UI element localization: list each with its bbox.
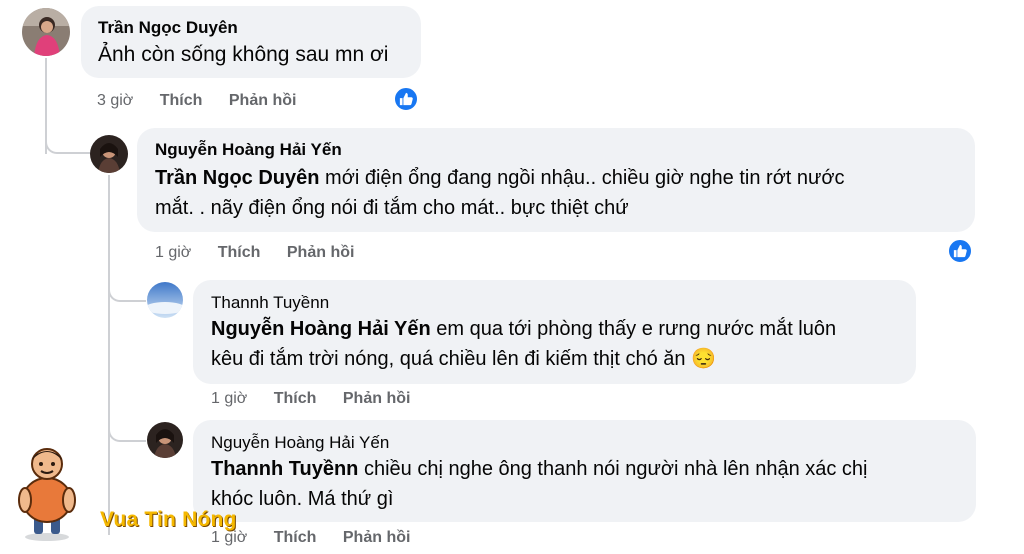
comment-text-2: Trần Ngọc Duyên mới điện ổng đang ngồi n… — [155, 163, 965, 223]
comment-time-2[interactable]: 1 giờ — [155, 244, 191, 262]
like-button-3[interactable]: Thích — [274, 390, 317, 408]
like-button-4[interactable]: Thích — [274, 529, 317, 547]
avatar-nguyen-hoang-hai-yen[interactable] — [90, 135, 128, 173]
comment-author-2[interactable]: Nguyễn Hoàng Hải Yến — [155, 140, 342, 160]
thread-elbow-reply-1 — [45, 120, 91, 154]
thread-elbow-reply-3 — [108, 410, 146, 442]
avatar-photo-icon — [22, 8, 70, 56]
thumbs-up-icon — [953, 244, 967, 258]
watermark-mascot-icon — [12, 442, 82, 542]
avatar-photo-icon — [147, 422, 183, 458]
comment-meta-1: 3 giờ Thích Phản hồi — [97, 92, 318, 110]
avatar-sky-icon — [147, 282, 183, 318]
comment-text-4: Thannh Tuyềnn chiều chị nghe ông thanh n… — [211, 454, 971, 514]
avatar-thannh-tuyenn[interactable] — [147, 282, 183, 318]
thread-elbow-reply-2 — [108, 270, 146, 302]
mention-tag-2[interactable]: Trần Ngọc Duyên — [155, 167, 319, 189]
avatar-nguyen-hoang-hai-yen-2[interactable] — [147, 422, 183, 458]
comment-time-1[interactable]: 3 giờ — [97, 92, 133, 110]
thread-line-nested — [108, 175, 110, 535]
reply-button-2[interactable]: Phản hồi — [287, 244, 355, 262]
reply-button-3[interactable]: Phản hồi — [343, 390, 411, 408]
comment-text-4-line1: chiều chị nghe ông thanh nói người nhà l… — [358, 458, 868, 480]
like-reaction-badge-1[interactable] — [393, 86, 419, 112]
like-button-2[interactable]: Thích — [218, 244, 261, 262]
comment-text-2-line2: mắt. . nãy điện ổng nói đi tắm cho mát..… — [155, 197, 629, 219]
comment-time-3[interactable]: 1 giờ — [211, 390, 247, 408]
comment-meta-4: 1 giờ Thích Phản hồi — [211, 529, 432, 547]
comment-text-4-line2: khóc luôn. Má thứ gì — [211, 488, 394, 510]
mention-tag-4[interactable]: Thannh Tuyềnn — [211, 458, 358, 480]
mention-tag-3[interactable]: Nguyễn Hoàng Hải Yến — [211, 318, 431, 340]
comment-meta-2: 1 giờ Thích Phản hồi — [155, 244, 376, 262]
watermark-brand-label: Vua Tin Nóng — [100, 508, 237, 531]
comment-text-3-line2: kêu đi tắm trời nóng, quá chiều lên đi k… — [211, 348, 716, 370]
comment-text-3-line1: em qua tới phòng thấy e rưng nước mắt lu… — [430, 318, 837, 340]
reply-button-4[interactable]: Phản hồi — [343, 529, 411, 547]
avatar-tran-ngoc-duyen[interactable] — [22, 8, 70, 56]
thumbs-up-icon — [399, 92, 413, 106]
comment-author-4[interactable]: Nguyễn Hoàng Hải Yến — [211, 433, 389, 453]
comment-meta-3: 1 giờ Thích Phản hồi — [211, 390, 432, 408]
reply-button-1[interactable]: Phản hồi — [229, 92, 297, 110]
comment-text-3: Nguyễn Hoàng Hải Yến em qua tới phòng th… — [211, 314, 911, 374]
avatar-photo-icon — [90, 135, 128, 173]
like-reaction-badge-2[interactable] — [947, 238, 973, 264]
like-button-1[interactable]: Thích — [160, 92, 203, 110]
comment-author-3[interactable]: Thannh Tuyềnn — [211, 293, 329, 313]
comment-author-1[interactable]: Trần Ngọc Duyên — [98, 18, 238, 38]
comment-text-1: Ảnh còn sống không sau mn ơi — [98, 43, 389, 66]
comment-text-2-line1: mới điện ổng đang ngồi nhậu.. chiều giờ … — [319, 167, 845, 189]
